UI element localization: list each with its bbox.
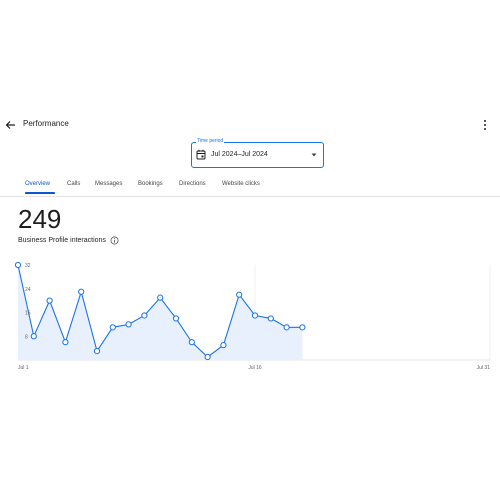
tab-overview[interactable]: Overview (25, 181, 50, 187)
y-tick-label: 8 (25, 334, 28, 340)
data-point[interactable] (62, 339, 69, 346)
tab-calls[interactable]: Calls (67, 181, 80, 187)
data-point[interactable] (172, 315, 180, 322)
calendar-icon (196, 149, 206, 160)
data-point[interactable] (93, 347, 101, 355)
info-icon[interactable] (110, 236, 119, 245)
tab-directions[interactable]: Directions (179, 181, 206, 187)
data-point[interactable] (109, 324, 116, 331)
data-point[interactable] (220, 342, 227, 349)
data-point[interactable] (14, 261, 22, 269)
data-point[interactable] (141, 312, 148, 319)
data-point[interactable] (267, 315, 274, 322)
x-tick-label: Jul 16 (248, 365, 262, 371)
data-point[interactable] (30, 333, 37, 340)
x-tick-label: Jul 31 (477, 365, 491, 371)
active-tab-indicator (25, 192, 55, 194)
tab-website-clicks[interactable]: Website clicks (222, 181, 260, 187)
dropdown-arrow-icon (311, 153, 317, 157)
back-arrow-icon[interactable] (2, 117, 18, 133)
data-point[interactable] (46, 297, 53, 304)
data-point[interactable] (251, 312, 259, 319)
data-point[interactable] (188, 339, 195, 346)
data-point[interactable] (157, 294, 164, 301)
y-tick-label: 32 (25, 263, 31, 269)
data-point[interactable] (78, 288, 85, 295)
data-point[interactable] (204, 353, 211, 361)
data-point[interactable] (236, 291, 243, 298)
tab-bookings[interactable]: Bookings (138, 181, 163, 187)
more-vert-icon[interactable] (480, 117, 490, 133)
tab-bar: Overview Calls Messages Bookings Directi… (0, 176, 500, 197)
page-title: Performance (23, 119, 69, 128)
y-tick-label: 24 (25, 287, 31, 293)
interactions-total: 249 (18, 204, 62, 234)
time-period-label: Time period (196, 138, 225, 144)
tab-messages[interactable]: Messages (95, 181, 122, 187)
data-point[interactable] (299, 324, 306, 331)
series-area (18, 265, 303, 360)
x-tick-label: Jul 1 (18, 365, 29, 371)
interactions-chart: 32 24 16 8 Jul 1 Jul 16 Jul 31 (14, 261, 491, 371)
data-point[interactable] (125, 321, 132, 328)
interactions-label: Business Profile interactions (18, 237, 106, 244)
data-point[interactable] (283, 324, 290, 331)
y-tick-label: 16 (25, 311, 31, 317)
time-period-value: Jul 2024–Jul 2024 (211, 151, 268, 158)
